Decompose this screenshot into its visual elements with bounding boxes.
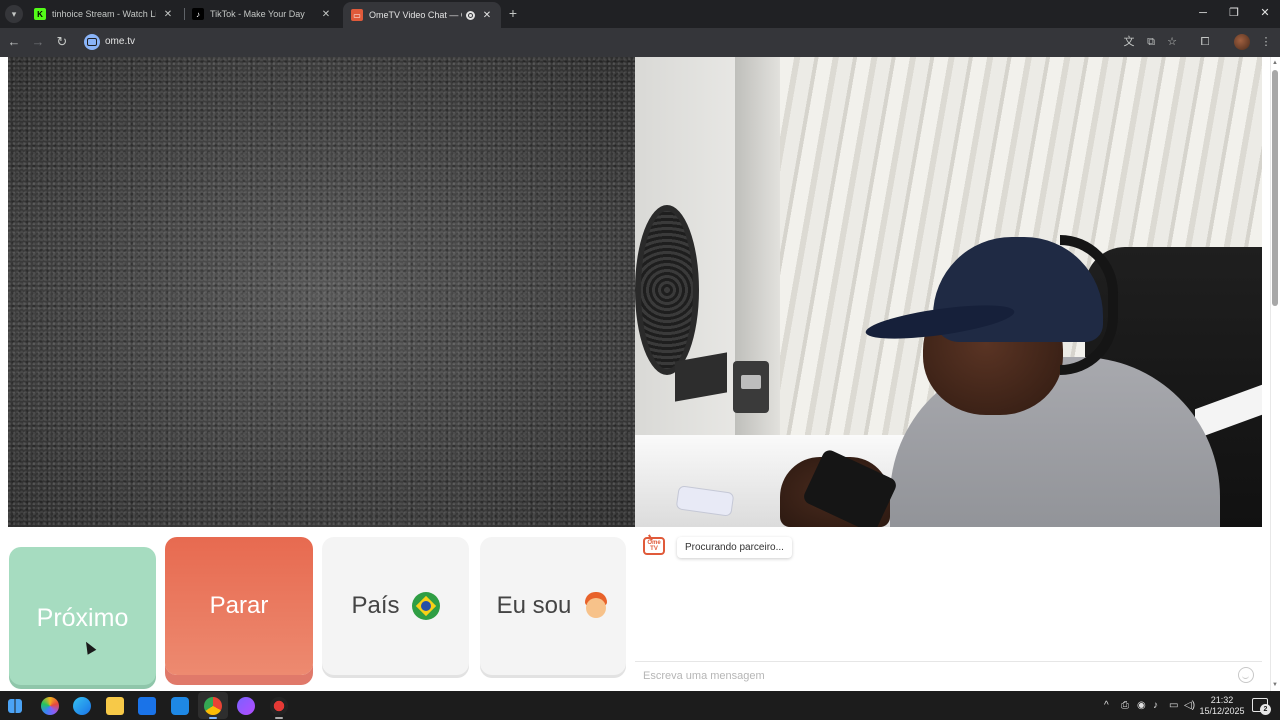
tab-tiktok[interactable]: ♪ TikTok - Make Your Day ✕ [184, 3, 340, 25]
edge-icon[interactable] [73, 697, 91, 715]
emoji-icon[interactable] [1238, 667, 1254, 683]
translate-icon[interactable]: 文 [1122, 35, 1136, 49]
tiktok-icon: ♪ [192, 8, 204, 20]
close-icon[interactable]: ✕ [481, 10, 493, 21]
message-input[interactable] [643, 668, 1223, 684]
scroll-up-arrow-icon[interactable]: ▲ [1272, 60, 1278, 66]
country-button[interactable]: País [322, 537, 469, 675]
menu-dots-icon[interactable]: ⋮ [1259, 35, 1273, 49]
mug [733, 361, 769, 413]
ometv-icon: ▭ [351, 9, 363, 21]
cast-icon[interactable]: ⧉ [1144, 35, 1158, 49]
tray-network-app-icon[interactable]: ◉ [1137, 700, 1146, 711]
tray-app-icon[interactable]: ⎙ [1121, 700, 1129, 711]
stop-button[interactable]: Parar [165, 537, 313, 675]
tab-title: OmeTV Video Chat — Ome [369, 10, 462, 20]
wifi-icon[interactable]: ▭ [1169, 700, 1178, 711]
tab-title: TikTok - Make Your Day [210, 9, 305, 19]
scrollbar-thumb[interactable] [1272, 70, 1278, 306]
close-icon[interactable]: ✕ [320, 9, 332, 20]
next-button-label: Próximo [36, 603, 129, 632]
page-content: Próximo Parar País Eu sou Ome TV Procura… [0, 57, 1270, 691]
tray-chevron-icon[interactable]: ^ [1104, 700, 1109, 711]
profile-avatar[interactable] [1234, 34, 1250, 50]
fan [635, 205, 699, 375]
notification-badge: 2 [1260, 704, 1271, 715]
bookmark-star-icon[interactable]: ☆ [1165, 35, 1179, 49]
close-window-button[interactable]: ✕ [1250, 4, 1280, 22]
windows-start-icon[interactable] [8, 699, 22, 713]
back-icon[interactable]: ← [6, 34, 22, 50]
recording-app-icon[interactable] [270, 697, 288, 715]
app-icon[interactable] [237, 697, 255, 715]
tab-strip: ▾ K tinhoice Stream - Watch Live or ✕ ♪ … [0, 0, 1280, 28]
site-info-icon[interactable] [84, 34, 100, 50]
file-explorer-icon[interactable] [106, 697, 124, 715]
chat-input-bar [635, 661, 1262, 689]
partner-video [8, 57, 635, 527]
chat-panel: Ome TV Procurando parceiro... [635, 527, 1262, 691]
copilot-icon[interactable] [41, 697, 59, 715]
next-button[interactable]: Próximo [9, 547, 156, 685]
extensions-icon[interactable]: ⧠ [1198, 35, 1212, 49]
microphone-icon[interactable]: ♪ [1153, 700, 1158, 711]
kick-icon: K [34, 8, 46, 20]
volume-icon[interactable]: ◁) [1184, 700, 1195, 711]
stop-button-label: Parar [209, 592, 269, 619]
ometv-logo-icon: Ome TV [643, 537, 665, 555]
scroll-down-arrow-icon[interactable]: ▼ [1272, 682, 1278, 688]
windows-taskbar: ^ ⎙ ◉ ♪ ▭ ◁) 21:32 15/12/2025 2 [0, 691, 1280, 720]
gender-button-label: Eu sou [496, 592, 572, 619]
minimize-button[interactable]: ─ [1188, 4, 1218, 22]
self-video [635, 57, 1262, 527]
boy-avatar-icon [583, 592, 609, 620]
gender-button[interactable]: Eu sou [480, 537, 626, 675]
tab-title: tinhoice Stream - Watch Live or [52, 9, 156, 19]
store-icon[interactable] [138, 697, 156, 715]
restore-button[interactable]: ❐ [1219, 4, 1249, 22]
forward-icon[interactable]: → [30, 34, 46, 50]
browser-toolbar: ← → ↻ ome.tv 文 ⧉ ☆ ⧠ ⋮ [0, 28, 1280, 57]
chrome-icon[interactable] [204, 697, 222, 715]
chat-status-message: Procurando parceiro... [677, 537, 792, 558]
taskbar-clock[interactable]: 21:32 15/12/2025 [1196, 695, 1248, 717]
tab-search-button[interactable]: ▾ [5, 5, 23, 23]
recording-icon [466, 10, 475, 20]
new-tab-button[interactable]: + [505, 5, 521, 21]
chevron-down-icon: ▾ [11, 8, 17, 19]
url-text: ome.tv [105, 36, 136, 47]
address-bar[interactable]: ome.tv [80, 31, 1140, 54]
brazil-flag-icon [411, 592, 440, 620]
reload-icon[interactable]: ↻ [54, 34, 70, 50]
close-icon[interactable]: ✕ [162, 9, 174, 20]
country-button-label: País [351, 592, 400, 619]
tab-kick[interactable]: K tinhoice Stream - Watch Live or ✕ [26, 3, 182, 25]
tab-ometv[interactable]: ▭ OmeTV Video Chat — Ome ✕ [343, 2, 501, 28]
outlook-icon[interactable] [171, 697, 189, 715]
